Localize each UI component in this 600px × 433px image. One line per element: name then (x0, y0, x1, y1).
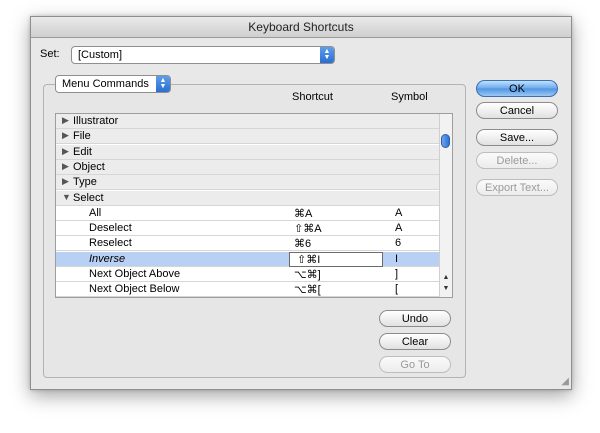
disclosure-collapsed-icon[interactable]: ▶ (62, 130, 69, 141)
row-name: Object (73, 160, 105, 173)
row-name: Deselect (89, 222, 132, 235)
row-symbol: I (395, 252, 399, 265)
row-name: Inverse (89, 252, 126, 265)
popup-arrows-icon: ▲ ▼ (156, 76, 170, 92)
symbol-column-header: Symbol (391, 91, 428, 103)
row-name: Select (73, 191, 104, 204)
shortcuts-table: ▶ Illustrator ▶ File ▶ Edit ▶ Object ▶ Type ▼ Selec… (55, 113, 453, 298)
go-to-button[interactable]: Go To (379, 356, 451, 373)
table-row[interactable]: Next Object Below ⌥⌘[ [ (56, 282, 440, 297)
table-row[interactable]: Reselect ⌘6 6 (56, 236, 440, 252)
set-select[interactable]: [Custom] ▲ ▼ (71, 46, 335, 64)
table-row[interactable]: Next Object Above ⌥⌘]] (56, 267, 440, 282)
delete-button[interactable]: Delete... (476, 152, 558, 169)
category-row[interactable]: ▶ Object (56, 159, 440, 175)
scroll-up-icon[interactable]: ▲ (440, 274, 452, 281)
resize-grip-icon[interactable]: ◢ (561, 376, 569, 387)
category-row[interactable]: ▼ Select (56, 190, 440, 206)
scrollbar-thumb[interactable] (441, 134, 450, 148)
title-bar[interactable]: Keyboard Shortcuts (31, 17, 571, 38)
row-name: Reselect (89, 237, 132, 250)
row-symbol: 6 (395, 237, 402, 250)
row-shortcut: ⇧⌘A (294, 223, 322, 236)
cancel-button[interactable]: Cancel (476, 102, 558, 119)
popup-arrows-icon: ▲ ▼ (320, 47, 334, 63)
save-button[interactable]: Save... (476, 129, 558, 146)
category-row[interactable]: ▶ Edit (56, 144, 440, 160)
disclosure-collapsed-icon[interactable]: ▶ (62, 146, 69, 157)
table-row[interactable]: Inverse ⇧⌘I I (56, 251, 440, 267)
table-row[interactable]: All ⌘A A (56, 206, 440, 221)
set-label: Set: (40, 48, 60, 60)
keyboard-shortcuts-dialog: Keyboard Shortcuts Set: [Custom] ▲ ▼ Menu… (30, 16, 572, 390)
window-title: Keyboard Shortcuts (248, 20, 354, 34)
vertical-scrollbar[interactable]: ▲ ▼ (439, 114, 452, 297)
set-select-value: [Custom] (78, 49, 123, 61)
ok-button[interactable]: OK (476, 80, 558, 97)
row-shortcut: ⌘6 (294, 238, 312, 251)
disclosure-collapsed-icon[interactable]: ▶ (62, 115, 69, 126)
row-symbol: A (395, 222, 403, 235)
shortcut-column-header: Shortcut (292, 91, 333, 103)
row-shortcut: ⌘A (294, 207, 313, 220)
row-shortcut[interactable]: ⇧⌘I (297, 253, 320, 266)
category-row[interactable]: ▶ Illustrator (56, 114, 440, 129)
disclosure-expanded-icon[interactable]: ▼ (62, 192, 71, 202)
row-name: Next Object Above (89, 268, 181, 280)
row-symbol: A (395, 206, 403, 219)
category-row[interactable]: ▶ Type (56, 175, 440, 191)
table-row[interactable]: Deselect ⇧⌘A A (56, 221, 440, 237)
row-name: Type (73, 176, 97, 189)
row-name: Edit (73, 145, 92, 158)
row-name: Illustrator (73, 115, 119, 127)
menu-commands-select[interactable]: Menu Commands ▲ ▼ (55, 75, 171, 93)
export-text-button[interactable]: Export Text... (476, 179, 558, 196)
disclosure-collapsed-icon[interactable]: ▶ (62, 176, 69, 187)
row-name: File (73, 130, 91, 143)
row-shortcut: ⌥⌘] (294, 269, 321, 281)
row-shortcut: ⌥⌘[ (294, 284, 321, 297)
clear-button[interactable]: Clear (379, 333, 451, 350)
disclosure-collapsed-icon[interactable]: ▶ (62, 161, 69, 172)
undo-button[interactable]: Undo (379, 310, 451, 327)
menu-commands-select-value: Menu Commands (62, 78, 149, 90)
row-name: Next Object Below (89, 283, 180, 296)
row-symbol: [ (395, 283, 399, 296)
category-row[interactable]: ▶ File (56, 129, 440, 145)
row-symbol: ] (395, 268, 399, 280)
scroll-down-icon[interactable]: ▼ (440, 285, 452, 292)
row-name: All (89, 206, 102, 219)
